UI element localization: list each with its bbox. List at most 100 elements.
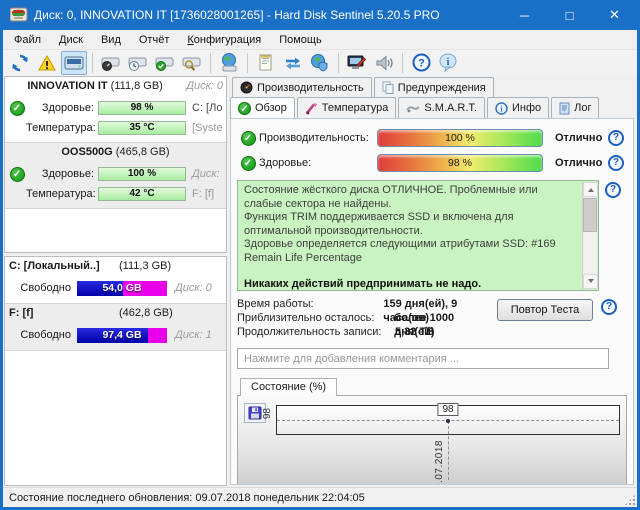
status-ok-icon: [10, 167, 25, 182]
health-bar: 98 %: [98, 101, 186, 115]
disk-details-icon[interactable]: [61, 51, 87, 75]
estimated-remaining-label: Приблизительно осталось:: [237, 311, 394, 325]
main-panel: Производительность Предупреждения Обзор …: [227, 75, 637, 487]
menu-disk[interactable]: Диск: [50, 32, 92, 48]
thermometer-icon: [305, 102, 318, 115]
health-bar: 98 %: [377, 154, 543, 172]
menu-view[interactable]: Вид: [92, 32, 130, 48]
tab-smart[interactable]: S.M.A.R.T.: [398, 97, 485, 118]
disk-status-ok-icon[interactable]: [152, 51, 178, 75]
scrollbar-thumb[interactable]: [583, 198, 597, 232]
disk-performance-icon[interactable]: [98, 51, 124, 75]
tab-overview[interactable]: Обзор: [230, 97, 295, 118]
check-icon: [238, 102, 251, 115]
tab-temperature[interactable]: Температура: [297, 97, 397, 118]
toolbar-separator: [210, 53, 211, 73]
chart-tab-state[interactable]: Состояние (%): [240, 378, 337, 396]
space-usage-bar: 54,0 GB: [77, 281, 167, 296]
tab-performance[interactable]: Производительность: [232, 77, 372, 97]
svg-text:i: i: [447, 57, 450, 68]
disk-number: Диск: 0: [186, 80, 223, 92]
disk-schedule-icon[interactable]: [125, 51, 151, 75]
sidebar: INNOVATION IT (111,8 GB) Диск: 0 Здоровь…: [3, 75, 227, 487]
sync-icon[interactable]: [280, 51, 306, 75]
menu-help[interactable]: Помощь: [270, 32, 331, 48]
app-window: Диск: 0, INNOVATION IT [1736028001265] -…: [0, 0, 640, 510]
report-icon[interactable]: [253, 51, 279, 75]
status-line: Состояние жёсткого диска ОТЛИЧНОЕ. Пробл…: [244, 184, 576, 211]
power-on-time-label: Время работы:: [237, 297, 383, 311]
comment-input[interactable]: [237, 348, 609, 369]
svg-text:?: ?: [418, 58, 425, 70]
partition-panel-f[interactable]: F: [f] (462,8 GB) Свободно 97,4 GB Диск:…: [5, 304, 226, 351]
health-label: Здоровье:: [26, 102, 98, 114]
date-gridline: [448, 421, 449, 480]
resize-grip-icon[interactable]: [624, 494, 636, 506]
scroll-up-icon[interactable]: [583, 182, 598, 197]
help-icon[interactable]: ?: [608, 155, 624, 171]
toolbar-separator: [402, 53, 403, 73]
data-point: [446, 419, 450, 423]
sounds-icon[interactable]: [371, 51, 397, 75]
about-icon[interactable]: i: [435, 51, 461, 75]
disk-panel-0[interactable]: INNOVATION IT (111,8 GB) Диск: 0 Здоровь…: [5, 77, 226, 143]
tab-warnings[interactable]: Предупреждения: [374, 77, 494, 97]
status-line: Функция TRIM поддерживается SSD и включе…: [244, 211, 576, 238]
status-bar: Состояние последнего обновления: 09.07.2…: [3, 487, 637, 507]
window-title: Диск: 0, INNOVATION IT [1736028001265] -…: [34, 8, 502, 22]
menu-report[interactable]: Отчёт: [130, 32, 178, 48]
close-button[interactable]: ✕: [592, 0, 637, 30]
info-icon: i: [495, 102, 508, 115]
smart-icon: [406, 103, 420, 114]
window-controls: ─ □ ✕: [502, 0, 637, 30]
health-rating: Отлично: [555, 157, 605, 169]
health-label: Здоровье:: [259, 157, 377, 169]
tab-row-views: Обзор Температура S.M.A.R.T. i Инфо Лог: [230, 97, 634, 118]
retest-button[interactable]: Повтор Теста: [497, 299, 593, 321]
plot-area: 98: [276, 405, 620, 435]
status-ok-icon: [241, 156, 256, 171]
partition-size: (462,8 GB): [119, 307, 222, 319]
disk-analyse-icon[interactable]: [179, 51, 205, 75]
help-icon[interactable]: ?: [601, 299, 617, 315]
health-history-chart: Состояние (%) 98 98 09.07.2018: [237, 378, 627, 485]
pages-icon: [382, 81, 394, 94]
minimize-button[interactable]: ─: [502, 0, 547, 30]
partition-panel-c[interactable]: C: [Локальный..] (111,3 GB) Свободно 54,…: [5, 257, 226, 304]
help-icon[interactable]: ?: [605, 182, 621, 198]
disk-name: OOS500G: [61, 146, 112, 158]
floppy-save-icon: [248, 406, 262, 420]
tab-info[interactable]: i Инфо: [487, 97, 549, 118]
partition-name: F: [f]: [9, 307, 119, 319]
chart-panel: 98 98 09.07.2018: [237, 395, 627, 485]
online-update-icon[interactable]: [307, 51, 333, 75]
error-report-icon[interactable]: [34, 51, 60, 75]
toolbar-separator: [247, 53, 248, 73]
help-icon[interactable]: ?: [408, 51, 434, 75]
refresh-icon[interactable]: [7, 51, 33, 75]
disk-panel-1[interactable]: OOS500G (465,8 GB) Здоровье: 100 % Диск:…: [5, 143, 226, 209]
tab-log[interactable]: Лог: [551, 97, 599, 118]
status-ok-icon: [241, 131, 256, 146]
lifetime-stats: Время работы: 159 дня(ей), 9 часа(ов) Пр…: [237, 297, 497, 339]
scrollbar[interactable]: [582, 182, 597, 289]
space-usage-bar: 97,4 GB: [77, 328, 167, 343]
performance-bar: 100 %: [377, 129, 543, 147]
disk-volume-note: F: [f]: [186, 188, 223, 200]
maximize-button[interactable]: □: [547, 0, 592, 30]
total-written-label: Продолжительность записи:: [237, 325, 395, 339]
app-icon: [10, 7, 28, 23]
menu-file[interactable]: Файл: [5, 32, 50, 48]
temperature-bar: 35 °C: [98, 121, 186, 135]
partition-name: C: [Локальный..]: [9, 260, 119, 272]
scroll-down-icon[interactable]: [583, 274, 598, 289]
disk-size: (111,8 GB): [111, 80, 163, 92]
temperature-label: Температура:: [26, 188, 98, 200]
network-drives-icon[interactable]: [216, 51, 242, 75]
temperature-bar: 42 °C: [98, 187, 186, 201]
configuration-icon[interactable]: [344, 51, 370, 75]
menu-configuration[interactable]: Конфигурация: [178, 32, 270, 48]
toolbar: ? i: [3, 49, 637, 75]
toolbar-separator: [338, 53, 339, 73]
help-icon[interactable]: ?: [608, 130, 624, 146]
